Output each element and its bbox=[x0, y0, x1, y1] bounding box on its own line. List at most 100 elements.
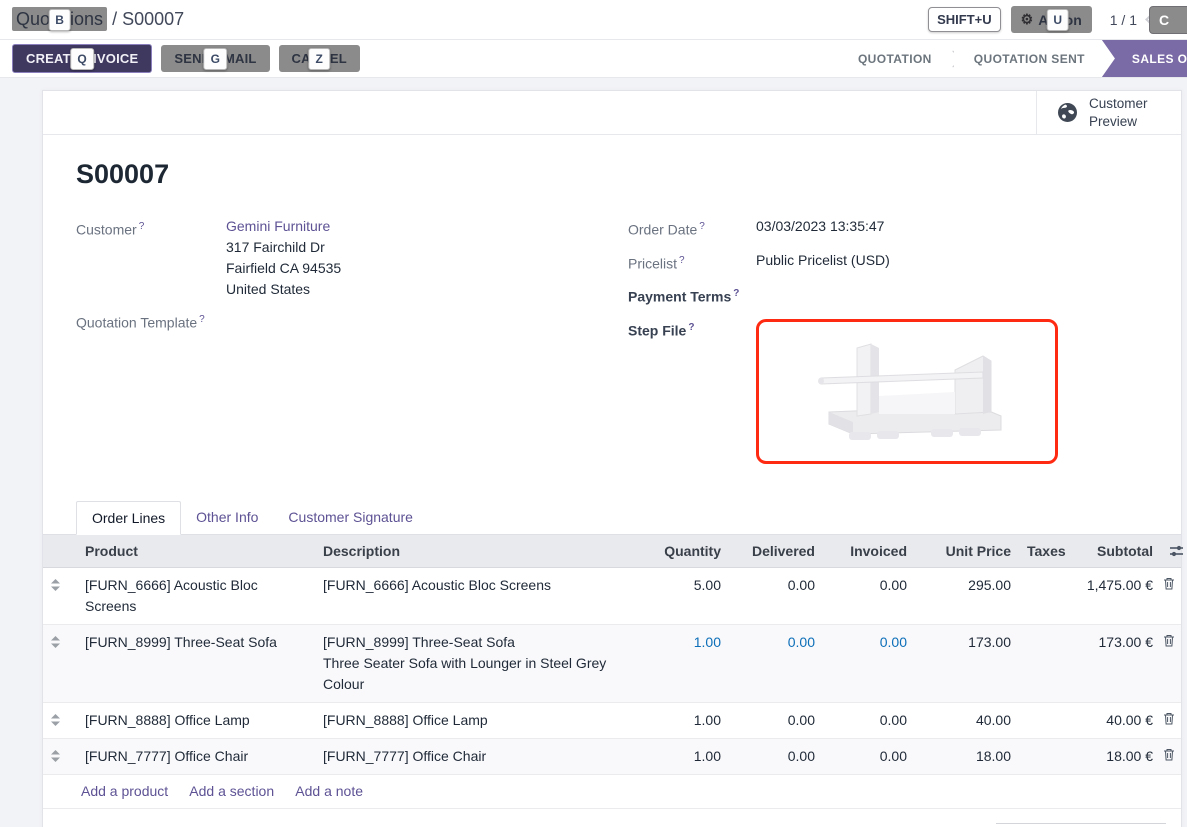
order-date-value[interactable]: 03/03/2023 13:35:47 bbox=[756, 216, 1166, 241]
table-row[interactable]: [FURN_6666] Acoustic Bloc Screens [FURN_… bbox=[43, 567, 1181, 624]
breadcrumb: Quotations B bbox=[12, 9, 107, 30]
status-step-sales-order[interactable]: SALES ORDER bbox=[1102, 40, 1187, 77]
cell-subtotal: 1,475.00 € bbox=[1075, 567, 1161, 624]
drag-handle-icon[interactable] bbox=[43, 624, 77, 702]
col-invoiced[interactable]: Invoiced bbox=[823, 535, 915, 568]
cell-product[interactable]: [FURN_8888] Office Lamp bbox=[77, 702, 315, 738]
delete-row-button[interactable] bbox=[1161, 702, 1181, 738]
keyboard-hint-u: U bbox=[1046, 9, 1069, 31]
field-step-file: Step File? bbox=[628, 317, 1166, 464]
cell-subtotal: 18.00 € bbox=[1075, 738, 1161, 774]
cell-delivered[interactable]: 0.00 bbox=[729, 567, 823, 624]
cell-product[interactable]: [FURN_7777] Office Chair bbox=[77, 738, 315, 774]
keyboard-hint-z: Z bbox=[308, 48, 330, 70]
table-row[interactable]: [FURN_8999] Three-Seat Sofa [FURN_8999] … bbox=[43, 624, 1181, 702]
payment-terms-input[interactable] bbox=[756, 283, 1166, 308]
add-product-link[interactable]: Add a product bbox=[81, 783, 168, 799]
status-step-quotation-sent[interactable]: QUOTATION SENT bbox=[954, 40, 1105, 77]
status-step-quotation[interactable]: QUOTATION bbox=[838, 40, 952, 77]
tab-order-lines[interactable]: Order Lines bbox=[76, 501, 181, 535]
handle-column-header bbox=[43, 535, 77, 568]
gear-icon: ⚙ bbox=[1021, 11, 1034, 28]
cell-unit-price[interactable]: 40.00 bbox=[915, 702, 1019, 738]
cancel-button[interactable]: CANCEL Z bbox=[279, 45, 360, 72]
col-delivered[interactable]: Delivered bbox=[729, 535, 823, 568]
page-title: S00007 bbox=[76, 159, 1166, 190]
col-taxes[interactable]: Taxes bbox=[1019, 535, 1075, 568]
customer-address: 317 Fairchild Dr Fairfield CA 94535 Unit… bbox=[226, 237, 588, 300]
address-line: 317 Fairchild Dr bbox=[226, 237, 588, 258]
cell-product[interactable]: [FURN_6666] Acoustic Bloc Screens bbox=[77, 567, 315, 624]
cell-quantity[interactable]: 1.00 bbox=[621, 738, 729, 774]
drag-handle-icon[interactable] bbox=[43, 702, 77, 738]
cell-taxes[interactable] bbox=[1019, 738, 1075, 774]
content-area: Customer Preview S00007 Customer? Gemini… bbox=[0, 78, 1187, 827]
field-order-date: Order Date? 03/03/2023 13:35:47 bbox=[628, 216, 1166, 241]
sheet-body: S00007 Customer? Gemini Furniture 317 Fa… bbox=[43, 159, 1181, 473]
sheet-footer: Terms and conditions... Total: 1,706.00 … bbox=[43, 809, 1181, 827]
cell-description[interactable]: [FURN_7777] Office Chair bbox=[315, 738, 621, 774]
col-unit-price[interactable]: Unit Price bbox=[915, 535, 1019, 568]
cell-delivered[interactable]: 0.00 bbox=[729, 702, 823, 738]
cell-description[interactable]: [FURN_6666] Acoustic Bloc Screens bbox=[315, 567, 621, 624]
drag-handle-icon[interactable] bbox=[43, 567, 77, 624]
cell-invoiced[interactable]: 0.00 bbox=[823, 624, 915, 702]
delete-row-button[interactable] bbox=[1161, 567, 1181, 624]
pricelist-value[interactable]: Public Pricelist (USD) bbox=[756, 250, 1166, 275]
optional-columns-header bbox=[1161, 535, 1181, 568]
step-file-label: Step File? bbox=[628, 317, 756, 464]
table-row[interactable]: [FURN_8888] Office Lamp [FURN_8888] Offi… bbox=[43, 702, 1181, 738]
col-product[interactable]: Product bbox=[77, 535, 315, 568]
cell-delivered[interactable]: 0.00 bbox=[729, 738, 823, 774]
cell-invoiced[interactable]: 0.00 bbox=[823, 702, 915, 738]
help-icon: ? bbox=[139, 221, 145, 232]
cell-taxes[interactable] bbox=[1019, 702, 1075, 738]
tab-customer-signature[interactable]: Customer Signature bbox=[273, 501, 428, 534]
cell-product[interactable]: [FURN_8999] Three-Seat Sofa bbox=[77, 624, 315, 702]
keyboard-hint-g: G bbox=[204, 48, 228, 70]
field-column-left: Customer? Gemini Furniture 317 Fairchild… bbox=[76, 216, 588, 473]
action-menu-button[interactable]: ⚙ Action U bbox=[1011, 6, 1092, 33]
cell-invoiced[interactable]: 0.00 bbox=[823, 567, 915, 624]
tab-other-info[interactable]: Other Info bbox=[181, 501, 273, 534]
address-line: United States bbox=[226, 279, 588, 300]
step-file-image[interactable] bbox=[756, 319, 1058, 464]
edge-clipped-button[interactable]: C bbox=[1149, 6, 1187, 34]
description-line: [FURN_8999] Three-Seat Sofa bbox=[323, 632, 613, 653]
cell-quantity[interactable]: 1.00 bbox=[621, 624, 729, 702]
optional-columns-icon[interactable] bbox=[1169, 544, 1184, 558]
field-quotation-template: Quotation Template? bbox=[76, 309, 588, 334]
col-description[interactable]: Description bbox=[315, 535, 621, 568]
cell-unit-price[interactable]: 18.00 bbox=[915, 738, 1019, 774]
cell-invoiced[interactable]: 0.00 bbox=[823, 738, 915, 774]
add-section-link[interactable]: Add a section bbox=[189, 783, 274, 799]
pager-counter: 1 / 1 bbox=[1110, 12, 1137, 28]
drag-handle-icon[interactable] bbox=[43, 738, 77, 774]
cell-delivered[interactable]: 0.00 bbox=[729, 624, 823, 702]
cell-description[interactable]: [FURN_8999] Three-Seat Sofa Three Seater… bbox=[315, 624, 621, 702]
delete-row-button[interactable] bbox=[1161, 738, 1181, 774]
cell-unit-price[interactable]: 295.00 bbox=[915, 567, 1019, 624]
keyboard-hint-b: B bbox=[48, 9, 71, 31]
description-line: Three Seater Sofa with Lounger in Steel … bbox=[323, 653, 613, 695]
col-quantity[interactable]: Quantity bbox=[621, 535, 729, 568]
cell-unit-price[interactable]: 173.00 bbox=[915, 624, 1019, 702]
create-invoice-button[interactable]: CREATE INVOICE Q bbox=[12, 44, 152, 73]
cell-taxes[interactable] bbox=[1019, 567, 1075, 624]
table-row[interactable]: [FURN_7777] Office Chair [FURN_7777] Off… bbox=[43, 738, 1181, 774]
add-note-link[interactable]: Add a note bbox=[295, 783, 363, 799]
cell-quantity[interactable]: 1.00 bbox=[621, 702, 729, 738]
col-subtotal[interactable]: Subtotal bbox=[1075, 535, 1161, 568]
customer-preview-button[interactable]: Customer Preview bbox=[1036, 91, 1181, 134]
quotation-template-input[interactable] bbox=[226, 309, 588, 334]
customer-link[interactable]: Gemini Furniture bbox=[226, 216, 588, 237]
delete-row-button[interactable] bbox=[1161, 624, 1181, 702]
address-line: Fairfield CA 94535 bbox=[226, 258, 588, 279]
cell-taxes[interactable] bbox=[1019, 624, 1075, 702]
field-grid: Customer? Gemini Furniture 317 Fairchild… bbox=[76, 216, 1166, 473]
cell-description[interactable]: [FURN_8888] Office Lamp bbox=[315, 702, 621, 738]
send-email-button[interactable]: SEND EMAIL G bbox=[161, 45, 269, 72]
cell-quantity[interactable]: 5.00 bbox=[621, 567, 729, 624]
quotation-template-label: Quotation Template? bbox=[76, 309, 226, 334]
help-icon: ? bbox=[733, 288, 739, 299]
